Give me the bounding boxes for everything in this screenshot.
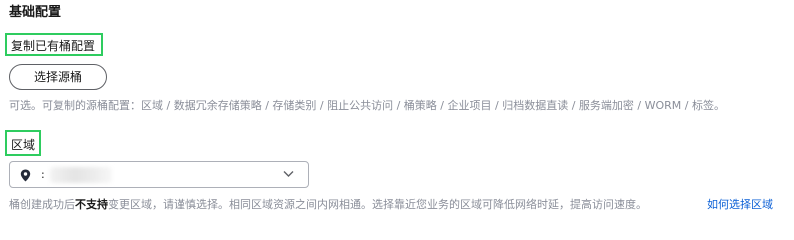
chevron-down-icon (283, 171, 294, 177)
copy-bucket-hint: 可选。可复制的源桶配置：区域 / 数据冗余存储策略 / 存储类别 / 阻止公共访… (9, 99, 725, 112)
region-label: 区域 (11, 138, 36, 152)
region-select[interactable]: : (9, 161, 309, 188)
copy-bucket-label-highlight: 复制已有桶配置 (5, 33, 103, 56)
region-value-redacted (50, 167, 112, 183)
select-source-bucket-button[interactable]: 选择源桶 (9, 64, 107, 90)
region-hint-before: 桶创建成功后 (9, 198, 75, 211)
region-select-value: : (41, 168, 45, 181)
region-hint: 桶创建成功后不支持变更区域，请谨慎选择。相同区域资源之间内网相通。选择靠近您业务… (9, 198, 647, 212)
map-pin-icon (20, 169, 31, 182)
region-label-highlight: 区域 (5, 130, 41, 156)
region-hint-after: 变更区域，请谨慎选择。相同区域资源之间内网相通。选择靠近您业务的区域可降低网络时… (108, 198, 647, 211)
how-to-choose-region-link[interactable]: 如何选择区域 (707, 198, 773, 212)
section-title: 基础配置 (9, 5, 62, 20)
copy-bucket-label: 复制已有桶配置 (11, 39, 96, 53)
region-hint-bold: 不支持 (75, 198, 108, 211)
